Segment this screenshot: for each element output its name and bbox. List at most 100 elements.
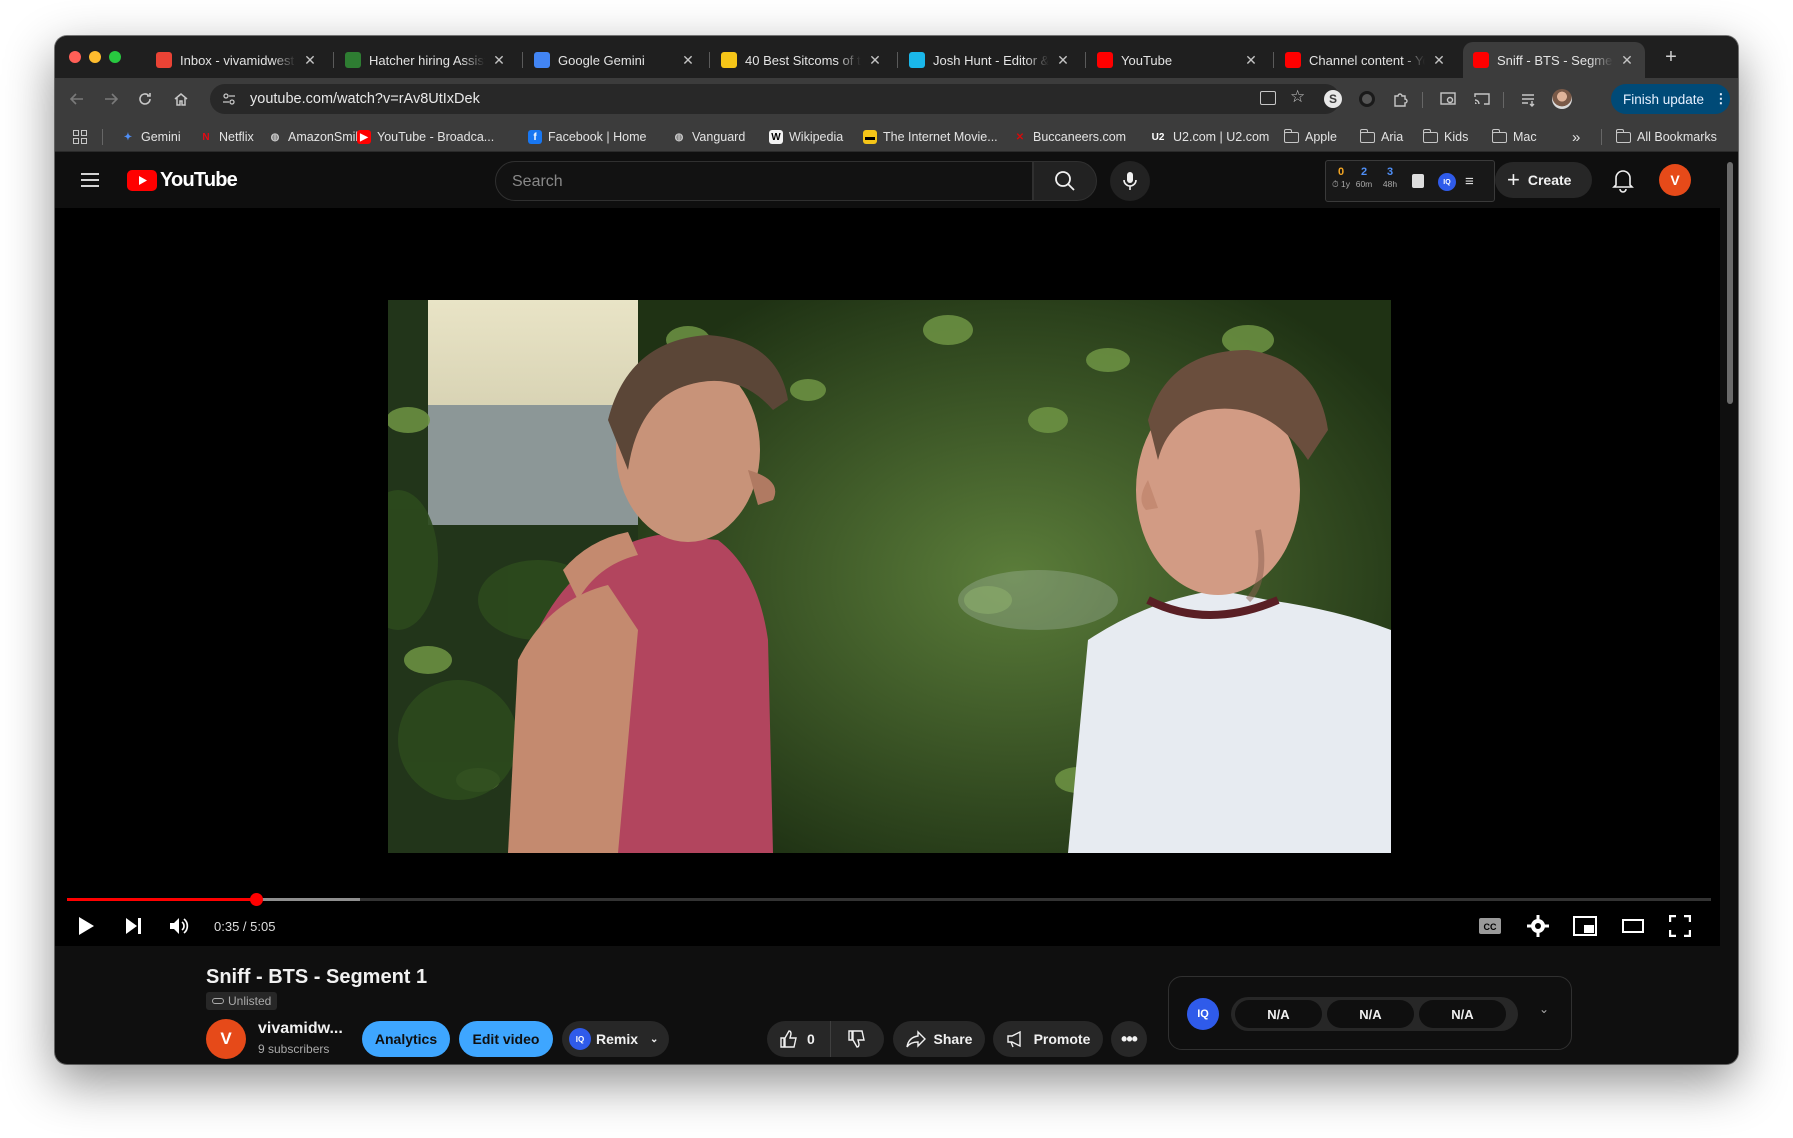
channel-avatar[interactable]: V bbox=[206, 1019, 246, 1059]
like-button[interactable]: 0 bbox=[767, 1021, 831, 1057]
vidiq-chart-icon[interactable] bbox=[1412, 174, 1424, 188]
tab-separator bbox=[709, 52, 710, 68]
search-button[interactable] bbox=[1033, 161, 1097, 201]
cast-icon[interactable] bbox=[1471, 88, 1493, 110]
next-button[interactable] bbox=[118, 911, 148, 941]
bookmark-item[interactable]: Apple bbox=[1283, 128, 1337, 146]
bookmark-item[interactable]: ◍ Vanguard bbox=[672, 128, 746, 146]
reading-list-icon[interactable] bbox=[1517, 88, 1539, 110]
video-player[interactable]: 0:35 / 5:05 CC bbox=[55, 208, 1720, 946]
browser-tab[interactable]: Google Gemini ✕ bbox=[524, 42, 706, 78]
scrubber-handle[interactable] bbox=[250, 893, 264, 906]
forward-button[interactable] bbox=[99, 87, 123, 111]
vidiq-panel-logo-icon[interactable]: IQ bbox=[1187, 998, 1219, 1030]
tab-search-icon[interactable] bbox=[1437, 88, 1459, 110]
vidiq-menu-icon[interactable]: ≡ bbox=[1465, 173, 1474, 190]
share-button[interactable]: Share bbox=[893, 1021, 985, 1057]
new-tab-button[interactable]: + bbox=[1660, 46, 1682, 68]
create-button[interactable]: + Create bbox=[1495, 162, 1592, 198]
bookmark-item[interactable]: N Netflix bbox=[199, 128, 253, 146]
bookmark-item[interactable]: Aria bbox=[1359, 128, 1403, 146]
search-input[interactable]: Search bbox=[495, 161, 1033, 201]
tab-separator bbox=[897, 52, 898, 68]
address-bar[interactable]: youtube.com/watch?v=rAv8UtIxDek ☆ bbox=[210, 84, 1340, 114]
bookmark-item[interactable]: Kids bbox=[1422, 128, 1468, 146]
close-tab-icon[interactable]: ✕ bbox=[491, 52, 507, 69]
extension-s-icon[interactable]: S bbox=[1322, 88, 1344, 110]
bookmark-item[interactable]: W Wikipedia bbox=[769, 128, 843, 146]
subtitles-button[interactable]: CC bbox=[1475, 911, 1505, 941]
finish-update-button[interactable]: Finish update ⋮ bbox=[1611, 84, 1730, 114]
minimize-window-button[interactable] bbox=[89, 51, 101, 63]
close-tab-icon[interactable]: ✕ bbox=[1431, 52, 1447, 69]
back-button[interactable] bbox=[65, 87, 89, 111]
settings-button[interactable] bbox=[1523, 911, 1553, 941]
hamburger-menu-button[interactable] bbox=[80, 171, 100, 189]
maximize-window-button[interactable] bbox=[109, 51, 121, 63]
remix-button[interactable]: IQ Remix ⌄ bbox=[562, 1021, 669, 1057]
bookmark-item[interactable]: ✦ Gemini bbox=[121, 128, 181, 146]
notifications-button[interactable] bbox=[1608, 165, 1638, 195]
promote-button[interactable]: Promote bbox=[993, 1021, 1103, 1057]
browser-tab[interactable]: Sniff - BTS - Segmen ✕ bbox=[1463, 42, 1645, 78]
channel-name[interactable]: vivamidw... bbox=[258, 1020, 343, 1038]
close-tab-icon[interactable]: ✕ bbox=[302, 52, 318, 69]
vidiq-metric-pill[interactable]: N/A bbox=[1235, 1000, 1322, 1028]
vidiq-metric-pill[interactable]: N/A bbox=[1327, 1000, 1414, 1028]
bookmark-item[interactable]: ▬ The Internet Movie... bbox=[863, 128, 998, 146]
extension-record-icon[interactable] bbox=[1356, 88, 1378, 110]
vidiq-stats-widget[interactable]: 0 ⏱ 1y 2 60m 3 48h IQ ≡ bbox=[1325, 160, 1495, 202]
youtube-logo[interactable]: YouTube bbox=[127, 169, 238, 191]
bookmark-item[interactable]: U2 U2.com | U2.com bbox=[1149, 128, 1270, 146]
fullscreen-button[interactable] bbox=[1665, 911, 1695, 941]
close-tab-icon[interactable]: ✕ bbox=[1619, 52, 1635, 69]
extensions-puzzle-icon[interactable] bbox=[1390, 88, 1412, 110]
vidiq-expand-chevron-icon[interactable]: ⌄ bbox=[1539, 1002, 1549, 1016]
bookmark-star-icon[interactable]: ☆ bbox=[1290, 87, 1305, 107]
bookmark-item[interactable]: f Facebook | Home bbox=[528, 128, 646, 146]
bookmarks-overflow-button[interactable]: » bbox=[1572, 128, 1580, 146]
home-button[interactable] bbox=[169, 87, 193, 111]
play-button[interactable] bbox=[71, 911, 101, 941]
all-bookmarks-button[interactable]: All Bookmarks bbox=[1615, 128, 1717, 146]
browser-tab[interactable]: 40 Best Sitcoms of t ✕ bbox=[711, 42, 893, 78]
progress-bar[interactable] bbox=[67, 893, 1711, 906]
gmail-icon bbox=[156, 52, 172, 68]
browser-tab[interactable]: Hatcher hiring Assist ✕ bbox=[335, 42, 517, 78]
volume-button[interactable] bbox=[165, 911, 195, 941]
close-tab-icon[interactable]: ✕ bbox=[680, 52, 696, 69]
account-avatar-button[interactable]: V bbox=[1659, 164, 1691, 196]
bookmark-item[interactable]: Mac bbox=[1491, 128, 1537, 146]
url-text[interactable]: youtube.com/watch?v=rAv8UtIxDek bbox=[250, 91, 480, 107]
close-tab-icon[interactable]: ✕ bbox=[867, 52, 883, 69]
bookmark-item[interactable]: ▶ YouTube - Broadca... bbox=[357, 128, 494, 146]
vidiq-badge-icon[interactable]: IQ bbox=[1438, 173, 1456, 191]
voice-search-button[interactable] bbox=[1110, 161, 1150, 201]
browser-tab[interactable]: Inbox - vivamidwest ✕ bbox=[146, 42, 328, 78]
browser-tab[interactable]: YouTube ✕ bbox=[1087, 42, 1269, 78]
more-actions-button[interactable]: ••• bbox=[1111, 1021, 1147, 1057]
scrollbar-thumb[interactable] bbox=[1727, 162, 1733, 404]
bookmark-item[interactable]: ◍ AmazonSmile bbox=[268, 128, 366, 146]
dislike-button[interactable] bbox=[831, 1021, 883, 1057]
edit-video-button[interactable]: Edit video bbox=[459, 1021, 553, 1057]
site-info-icon[interactable] bbox=[222, 92, 236, 106]
vidiq-metric-pill[interactable]: N/A bbox=[1419, 1000, 1506, 1028]
theater-mode-button[interactable] bbox=[1618, 911, 1648, 941]
close-tab-icon[interactable]: ✕ bbox=[1243, 52, 1259, 69]
like-count: 0 bbox=[807, 1031, 815, 1047]
reload-button[interactable] bbox=[133, 87, 157, 111]
install-app-icon[interactable] bbox=[1260, 91, 1276, 105]
close-tab-icon[interactable]: ✕ bbox=[1055, 52, 1071, 69]
browser-tab[interactable]: Channel content - Yo ✕ bbox=[1275, 42, 1457, 78]
netflix-icon: N bbox=[202, 131, 210, 143]
bookmark-item[interactable]: ✕ Buccaneers.com bbox=[1013, 128, 1126, 146]
close-window-button[interactable] bbox=[69, 51, 81, 63]
imdb-icon: ▬ bbox=[863, 130, 877, 144]
miniplayer-button[interactable] bbox=[1570, 911, 1600, 941]
profile-avatar-icon[interactable] bbox=[1551, 88, 1573, 110]
analytics-button[interactable]: Analytics bbox=[362, 1021, 450, 1057]
video-frame[interactable] bbox=[388, 300, 1391, 853]
apps-grid-icon[interactable] bbox=[73, 130, 87, 144]
browser-tab[interactable]: Josh Hunt - Editor & ✕ bbox=[899, 42, 1081, 78]
